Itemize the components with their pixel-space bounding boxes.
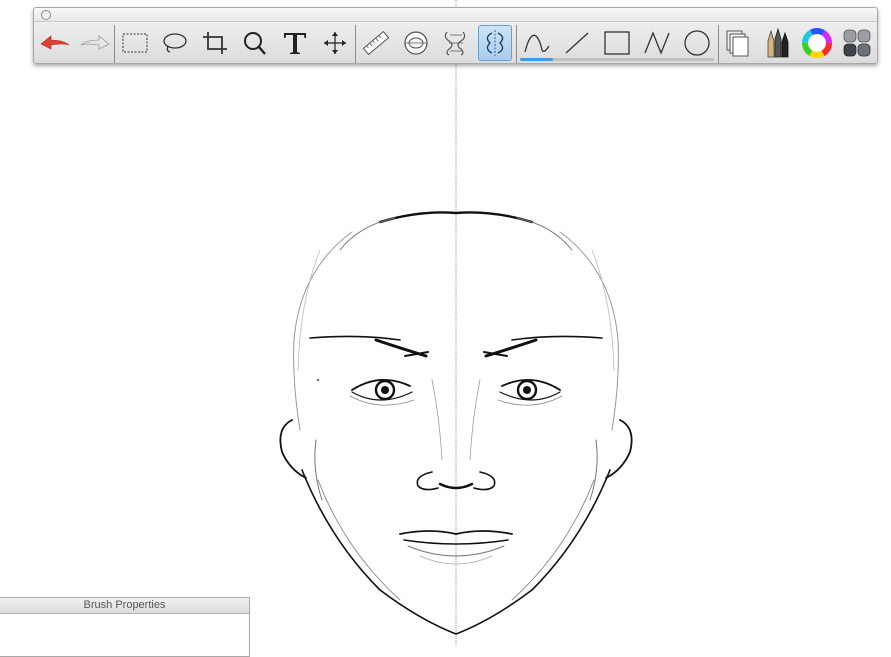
ruler-button[interactable] xyxy=(359,25,393,61)
ellipse-guide-button[interactable] xyxy=(399,25,433,61)
brush-pencils-icon xyxy=(767,27,789,58)
toolbar-close-button[interactable] xyxy=(41,10,51,20)
toolbar-titlebar[interactable] xyxy=(34,8,877,22)
colors-button[interactable] xyxy=(800,25,834,61)
circle-stroke-icon xyxy=(684,30,710,56)
freehand-stroke-button[interactable] xyxy=(520,25,554,61)
crop-button[interactable] xyxy=(198,25,232,61)
toolbar-separator xyxy=(355,25,356,63)
text-tool-icon xyxy=(284,33,306,54)
color-wheel-icon xyxy=(802,28,832,58)
undo-button[interactable] xyxy=(38,25,72,61)
move-arrows-icon xyxy=(324,32,346,54)
drawing-canvas[interactable] xyxy=(0,0,891,646)
rect-stroke-button[interactable] xyxy=(600,25,634,61)
rect-select-button[interactable] xyxy=(118,25,152,61)
brushes-button[interactable] xyxy=(760,25,794,61)
polyline-stroke-icon xyxy=(644,31,670,55)
text-button[interactable] xyxy=(278,25,312,61)
layers-icon xyxy=(726,30,749,57)
layers-button[interactable] xyxy=(721,25,755,61)
palette-grid-icon xyxy=(843,29,871,57)
french-curve-button[interactable] xyxy=(439,25,473,61)
crop-icon xyxy=(203,32,227,54)
magnifier-icon xyxy=(244,32,266,55)
zoom-button[interactable] xyxy=(238,25,272,61)
ellipse-guide-icon xyxy=(404,31,428,55)
palette-button[interactable] xyxy=(840,25,874,61)
rectangle-select-icon xyxy=(122,33,148,53)
symmetry-icon xyxy=(486,30,504,56)
toolbar-separator xyxy=(516,25,517,63)
stroke-smoothing-fill xyxy=(520,58,553,61)
toolbar-separator xyxy=(718,25,719,63)
rectangle-stroke-icon xyxy=(604,31,630,55)
undo-arrow-icon xyxy=(40,35,70,50)
lasso-icon xyxy=(163,33,187,53)
ruler-icon xyxy=(362,30,390,56)
freehand-stroke-icon xyxy=(524,34,550,53)
stroke-smoothing-slider[interactable] xyxy=(520,58,714,61)
line-stroke-button[interactable] xyxy=(560,25,594,61)
redo-button[interactable] xyxy=(78,25,112,61)
line-stroke-icon xyxy=(565,32,589,54)
tools-toolbar xyxy=(33,7,878,64)
brush-panel-title[interactable]: Brush Properties xyxy=(0,598,249,614)
move-button[interactable] xyxy=(318,25,352,61)
circle-stroke-button[interactable] xyxy=(680,25,714,61)
brush-properties-panel: Brush Properties xyxy=(0,597,250,657)
lasso-button[interactable] xyxy=(158,25,192,61)
symmetry-button[interactable] xyxy=(478,25,512,61)
redo-arrow-icon xyxy=(80,35,110,50)
toolbar-separator xyxy=(114,25,115,63)
polyline-stroke-button[interactable] xyxy=(640,25,674,61)
french-curve-icon xyxy=(444,31,466,56)
